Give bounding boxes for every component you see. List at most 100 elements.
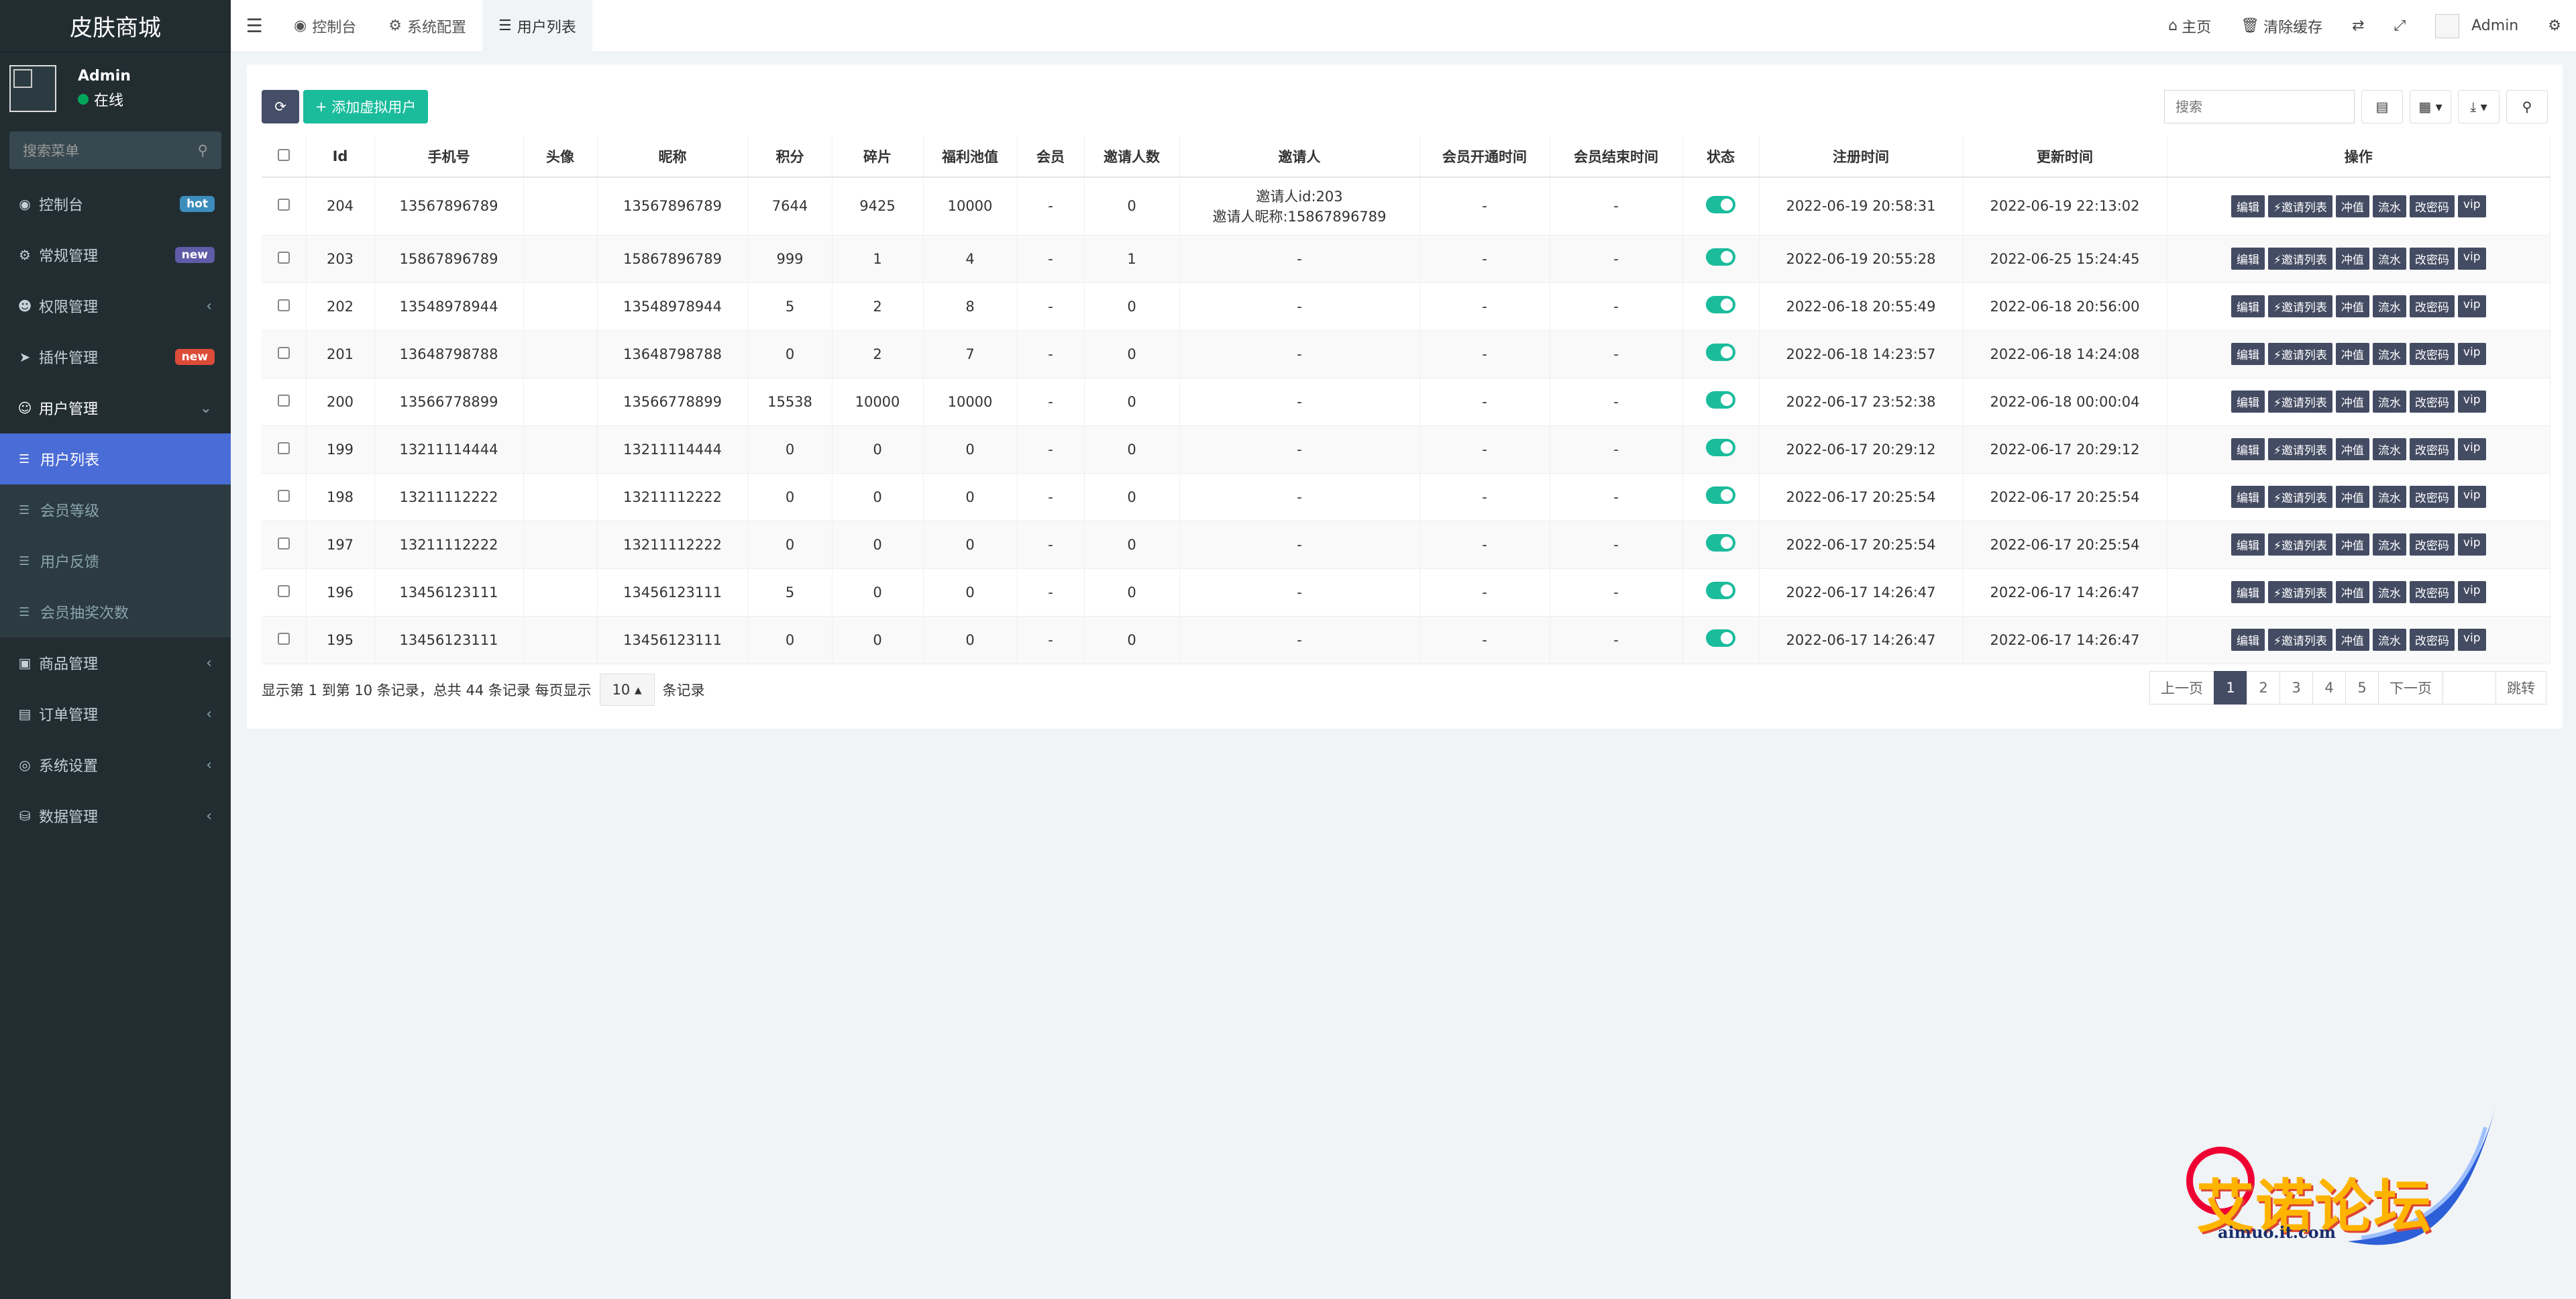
tab-user-list[interactable]: ☰ 用户列表 xyxy=(482,0,592,52)
col-invites[interactable]: 邀请人数 xyxy=(1084,136,1180,178)
sidebar-item-orders[interactable]: ▤ 订单管理 ‹ xyxy=(0,688,231,739)
status-toggle[interactable] xyxy=(1706,534,1735,552)
app-logo[interactable]: 皮肤商城 xyxy=(0,0,231,52)
change-password-button[interactable]: 改密码 xyxy=(2409,391,2455,413)
search-input[interactable] xyxy=(2164,90,2355,123)
invite-list-button[interactable]: ⚡邀请列表 xyxy=(2267,248,2332,270)
page-1-button[interactable]: 1 xyxy=(2214,671,2247,705)
status-toggle[interactable] xyxy=(1706,582,1735,599)
select-all-checkbox[interactable] xyxy=(277,148,290,161)
menu-search-input[interactable]: 搜索菜单 ⚲ xyxy=(9,132,221,169)
recharge-button[interactable]: 冲值 xyxy=(2335,581,2369,603)
clear-cache-link[interactable]: 🗑 清除缓存 xyxy=(2226,15,2337,37)
edit-button[interactable]: 编辑 xyxy=(2231,533,2265,556)
col-nick[interactable]: 昵称 xyxy=(597,136,749,178)
page-2-button[interactable]: 2 xyxy=(2247,671,2280,705)
home-link[interactable]: ⌂ 主页 xyxy=(2153,15,2226,37)
status-toggle[interactable] xyxy=(1706,486,1735,504)
row-checkbox[interactable] xyxy=(277,394,290,407)
vip-button[interactable]: vip xyxy=(2457,629,2486,651)
edit-button[interactable]: 编辑 xyxy=(2231,581,2265,603)
col-status[interactable]: 状态 xyxy=(1682,136,1760,178)
columns-button[interactable]: ▦ ▾ xyxy=(2410,90,2451,123)
sidebar-item-user-list[interactable]: ☰ 用户列表 xyxy=(0,433,231,484)
status-toggle[interactable] xyxy=(1706,296,1735,313)
row-checkbox[interactable] xyxy=(277,584,290,597)
col-vip[interactable]: 会员 xyxy=(1017,136,1085,178)
row-checkbox[interactable] xyxy=(277,632,290,645)
recharge-button[interactable]: 冲值 xyxy=(2335,295,2369,317)
sidebar-item-system[interactable]: ◎ 系统设置 ‹ xyxy=(0,739,231,790)
row-checkbox[interactable] xyxy=(277,441,290,454)
row-checkbox[interactable] xyxy=(277,537,290,550)
flow-button[interactable]: 流水 xyxy=(2372,486,2406,508)
sidebar-item-users[interactable]: ☺ 用户管理 ⌄ xyxy=(0,382,231,433)
sidebar-item-dashboard[interactable]: ◉ 控制台 hot xyxy=(0,178,231,229)
invite-list-button[interactable]: ⚡邀请列表 xyxy=(2267,438,2332,460)
edit-button[interactable]: 编辑 xyxy=(2231,195,2265,217)
recharge-button[interactable]: 冲值 xyxy=(2335,486,2369,508)
vip-button[interactable]: vip xyxy=(2457,533,2486,556)
vip-button[interactable]: vip xyxy=(2457,581,2486,603)
edit-button[interactable]: 编辑 xyxy=(2231,391,2265,413)
invite-list-button[interactable]: ⚡邀请列表 xyxy=(2267,195,2332,217)
recharge-button[interactable]: 冲值 xyxy=(2335,533,2369,556)
invite-list-button[interactable]: ⚡邀请列表 xyxy=(2267,343,2332,365)
flow-button[interactable]: 流水 xyxy=(2372,581,2406,603)
flow-button[interactable]: 流水 xyxy=(2372,195,2406,217)
next-page-button[interactable]: 下一页 xyxy=(2378,671,2443,705)
language-button[interactable]: ⇄ xyxy=(2337,17,2379,34)
edit-button[interactable]: 编辑 xyxy=(2231,248,2265,270)
recharge-button[interactable]: 冲值 xyxy=(2335,391,2369,413)
tab-system-config[interactable]: ⚙ 系统配置 xyxy=(372,0,482,52)
refresh-button[interactable]: ⟳ xyxy=(262,90,299,123)
settings-button[interactable]: ⚙ xyxy=(2533,17,2576,34)
edit-button[interactable]: 编辑 xyxy=(2231,343,2265,365)
recharge-button[interactable]: 冲值 xyxy=(2335,343,2369,365)
page-5-button[interactable]: 5 xyxy=(2345,671,2379,705)
menu-toggle-icon[interactable]: ☰ xyxy=(231,15,278,37)
edit-button[interactable]: 编辑 xyxy=(2231,486,2265,508)
change-password-button[interactable]: 改密码 xyxy=(2409,486,2455,508)
sidebar-item-data[interactable]: ⛁ 数据管理 ‹ xyxy=(0,790,231,841)
flow-button[interactable]: 流水 xyxy=(2372,629,2406,651)
edit-button[interactable]: 编辑 xyxy=(2231,438,2265,460)
change-password-button[interactable]: 改密码 xyxy=(2409,343,2455,365)
change-password-button[interactable]: 改密码 xyxy=(2409,438,2455,460)
page-size-select[interactable]: 10 ▴ xyxy=(599,674,655,706)
status-toggle[interactable] xyxy=(1706,195,1735,213)
col-reg-time[interactable]: 注册时间 xyxy=(1759,136,1964,178)
advanced-search-button[interactable]: ⚲ xyxy=(2506,90,2548,123)
recharge-button[interactable]: 冲值 xyxy=(2335,195,2369,217)
sidebar-item-feedback[interactable]: ☰ 用户反馈 xyxy=(0,535,231,586)
change-password-button[interactable]: 改密码 xyxy=(2409,533,2455,556)
invite-list-button[interactable]: ⚡邀请列表 xyxy=(2267,295,2332,317)
row-checkbox[interactable] xyxy=(277,346,290,359)
jump-button[interactable]: 跳转 xyxy=(2496,671,2546,705)
col-pool[interactable]: 福利池值 xyxy=(923,136,1018,178)
row-checkbox[interactable] xyxy=(277,199,290,211)
edit-button[interactable]: 编辑 xyxy=(2231,295,2265,317)
vip-button[interactable]: vip xyxy=(2457,248,2486,270)
prev-page-button[interactable]: 上一页 xyxy=(2149,671,2214,705)
change-password-button[interactable]: 改密码 xyxy=(2409,629,2455,651)
sidebar-item-general[interactable]: ⚙ 常规管理 new xyxy=(0,229,231,280)
edit-button[interactable]: 编辑 xyxy=(2231,629,2265,651)
sidebar-item-goods[interactable]: ▣ 商品管理 ‹ xyxy=(0,637,231,688)
flow-button[interactable]: 流水 xyxy=(2372,391,2406,413)
flow-button[interactable]: 流水 xyxy=(2372,343,2406,365)
change-password-button[interactable]: 改密码 xyxy=(2409,195,2455,217)
recharge-button[interactable]: 冲值 xyxy=(2335,629,2369,651)
col-id[interactable]: Id xyxy=(306,136,375,178)
row-checkbox[interactable] xyxy=(277,489,290,502)
add-virtual-user-button[interactable]: + 添加虚拟用户 xyxy=(303,90,429,123)
jump-page-input[interactable] xyxy=(2443,671,2496,705)
invite-list-button[interactable]: ⚡邀请列表 xyxy=(2267,533,2332,556)
recharge-button[interactable]: 冲值 xyxy=(2335,438,2369,460)
status-toggle[interactable] xyxy=(1706,248,1735,266)
sidebar-item-plugins[interactable]: ➤ 插件管理 new xyxy=(0,331,231,382)
vip-button[interactable]: vip xyxy=(2457,391,2486,413)
status-toggle[interactable] xyxy=(1706,439,1735,456)
invite-list-button[interactable]: ⚡邀请列表 xyxy=(2267,391,2332,413)
vip-button[interactable]: vip xyxy=(2457,438,2486,460)
